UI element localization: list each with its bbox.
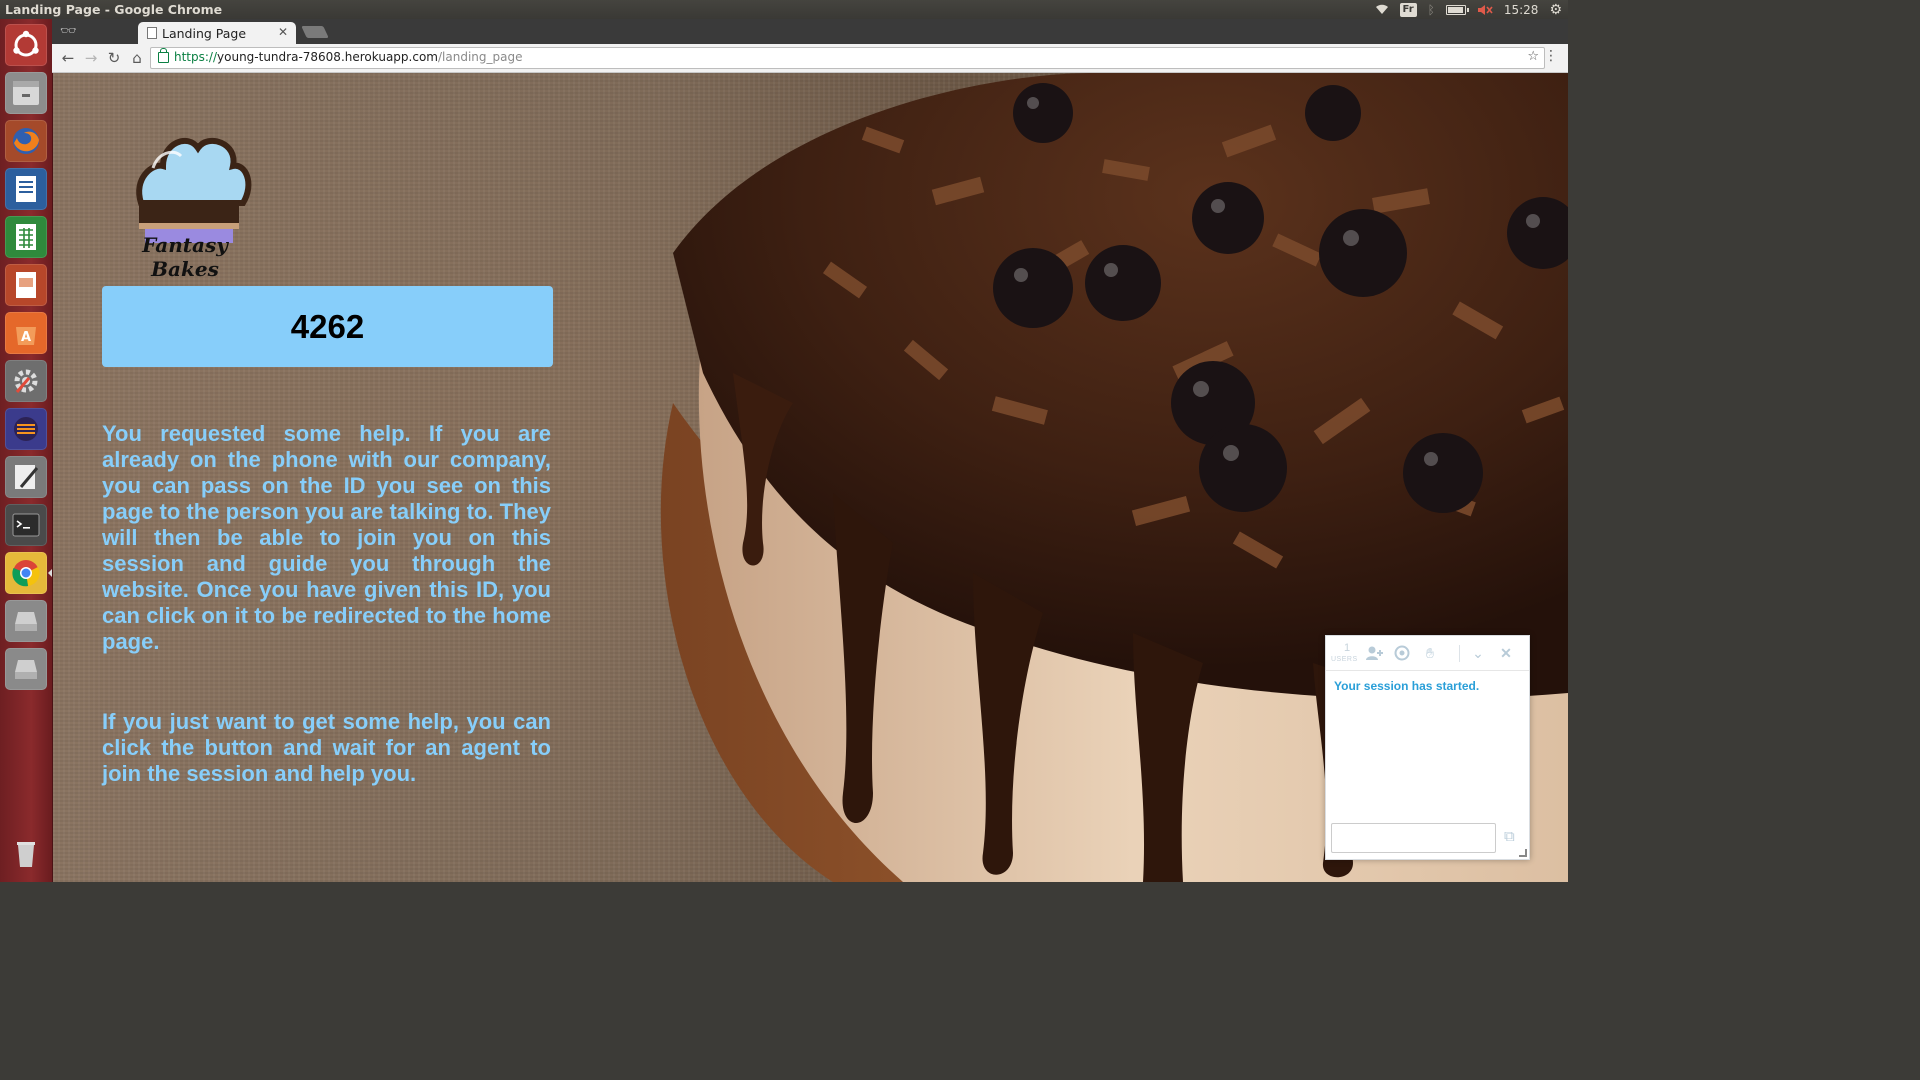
bluetooth-icon[interactable]: ᛒ: [1428, 1, 1435, 18]
unity-launcher: A: [0, 19, 53, 882]
widget-header: 1 USERS ✋︎ ⌄ ✕: [1326, 636, 1529, 671]
text-editor-icon[interactable]: [5, 456, 47, 498]
back-arrow-icon[interactable]: ←: [58, 48, 78, 68]
settings-gear-icon[interactable]: ⚙: [1549, 1, 1562, 18]
session-status-message: Your session has started.: [1334, 679, 1480, 693]
settings-compass-icon[interactable]: [1393, 644, 1411, 662]
software-center-icon[interactable]: A: [5, 312, 47, 354]
cobrowse-chat-widget: 1 USERS ✋︎ ⌄ ✕ Your session has started.…: [1325, 635, 1530, 860]
libreoffice-calc-icon[interactable]: [5, 216, 47, 258]
home-icon[interactable]: ⌂: [127, 48, 147, 68]
close-widget-icon[interactable]: ✕: [1497, 644, 1515, 662]
forward-arrow-icon[interactable]: →: [81, 48, 101, 68]
address-bar[interactable]: https://young-tundra-78608.herokuapp.com…: [150, 47, 1545, 69]
battery-icon[interactable]: [1445, 1, 1469, 18]
eclipse-icon[interactable]: [5, 408, 47, 450]
chrome-menu-icon[interactable]: ⋮: [1544, 48, 1558, 64]
disk-drive-icon[interactable]: [5, 600, 47, 642]
url-path: /landing_page: [437, 50, 523, 64]
clock[interactable]: 15:28: [1504, 1, 1539, 18]
window-title: Landing Page - Google Chrome: [5, 2, 223, 17]
disk-drive-2-icon[interactable]: [5, 648, 47, 690]
ubuntu-dash-icon[interactable]: [5, 24, 47, 66]
bookmark-star-icon[interactable]: ☆: [1527, 49, 1539, 64]
browser-tab-strip: 👓︎ Landing Page ✕: [52, 19, 1568, 44]
terminal-icon[interactable]: [5, 504, 47, 546]
browser-toolbar: ← → ↻ ⌂ https://young-tundra-78608.herok…: [52, 44, 1568, 73]
firefox-icon[interactable]: [5, 120, 47, 162]
url-text[interactable]: https://young-tundra-78608.herokuapp.com…: [174, 50, 522, 64]
resize-grip[interactable]: [1519, 849, 1527, 857]
close-tab-icon[interactable]: ✕: [278, 25, 288, 39]
libreoffice-writer-icon[interactable]: [5, 168, 47, 210]
wifi-icon[interactable]: [1375, 1, 1389, 18]
users-label: USERS: [1331, 656, 1358, 663]
new-tab-button[interactable]: [301, 26, 329, 38]
files-icon[interactable]: [5, 72, 47, 114]
keyboard-layout-label: Fr: [1399, 2, 1417, 17]
send-message-icon[interactable]: ⧉: [1504, 828, 1515, 845]
svg-text:A: A: [21, 330, 31, 345]
chat-message-input[interactable]: [1331, 823, 1496, 853]
session-id-button[interactable]: 4262: [102, 286, 553, 367]
chrome-icon[interactable]: [5, 552, 47, 594]
help-instructions-paragraph: You requested some help. If you are alre…: [102, 421, 551, 654]
pointer-hand-icon[interactable]: ✋︎: [1421, 644, 1439, 662]
system-title-bar: Landing Page - Google Chrome Fr ᛒ 15:28 …: [0, 0, 1568, 19]
system-settings-icon[interactable]: [5, 360, 47, 402]
url-host: young-tundra-78608.herokuapp.com: [217, 50, 438, 64]
volume-muted-icon[interactable]: [1477, 1, 1493, 18]
libreoffice-impress-icon[interactable]: [5, 264, 47, 306]
keyboard-layout-indicator[interactable]: Fr: [1399, 1, 1417, 18]
add-user-icon[interactable]: [1365, 644, 1383, 662]
trash-icon[interactable]: [5, 832, 47, 874]
tab-title: Landing Page: [162, 26, 247, 41]
minimize-chevron-icon[interactable]: ⌄: [1469, 644, 1487, 662]
chrome-running-indicator: [48, 569, 52, 577]
reload-icon[interactable]: ↻: [104, 48, 124, 68]
tab-landing-page[interactable]: Landing Page ✕: [138, 22, 296, 44]
profile-icon[interactable]: 👓︎: [60, 24, 77, 39]
help-button-paragraph: If you just want to get some help, you c…: [102, 709, 551, 786]
system-tray: Fr ᛒ 15:28 ⚙: [1375, 1, 1562, 18]
brand-name: Fantasy Bakes: [142, 233, 228, 281]
secure-lock-icon[interactable]: [158, 48, 169, 63]
page-favicon-icon: [147, 27, 157, 39]
header-divider: [1459, 645, 1460, 662]
users-count: 1: [1343, 642, 1351, 654]
url-scheme: https://: [174, 50, 218, 64]
